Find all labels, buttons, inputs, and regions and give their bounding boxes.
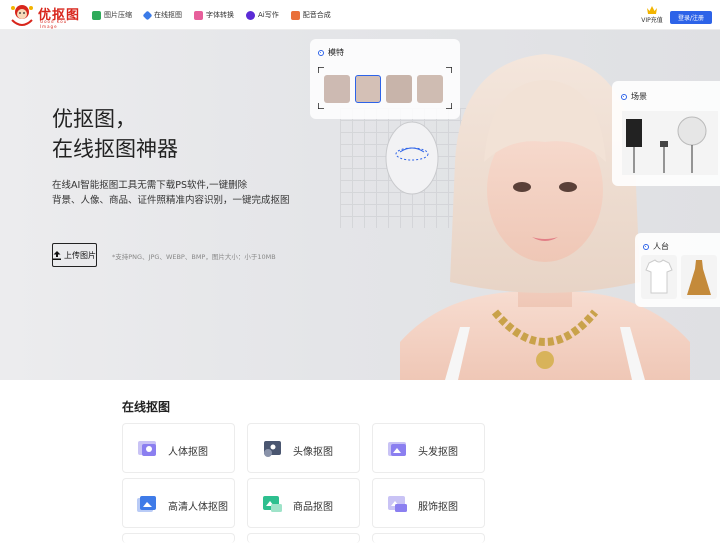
mannequin-card-label: 人台 xyxy=(653,242,669,251)
tool-card-hair-matting[interactable]: 头发抠图 xyxy=(372,423,485,473)
main-nav: 图片压缩 在线抠图 字体转换 Ai写作 配音合成 xyxy=(92,0,343,30)
crown-icon xyxy=(647,6,657,14)
model-card: 模特 xyxy=(310,39,460,119)
hero-desc-line: 背景、人像、商品、证件照精准内容识别，一键完成抠图 xyxy=(52,195,290,206)
site-logo[interactable]: 优抠图 Good Kou Image xyxy=(8,2,86,29)
upload-note: *支持PNG、JPG、WEBP、BMP，图片大小：小于10MB xyxy=(112,253,276,261)
tool-label: 高清人体抠图 xyxy=(168,502,228,513)
dress-mannequin-image[interactable] xyxy=(681,255,717,299)
model-card-label: 模特 xyxy=(328,48,344,57)
tool-card-clothing-matting[interactable]: 服饰抠图 xyxy=(372,478,485,528)
mannequin-card: 人台 xyxy=(635,233,720,307)
hero-description: 在线AI智能抠图工具无需下载PS软件,一键删除 背景、人像、商品、证件照精准内容… xyxy=(52,178,290,208)
online-matting-icon xyxy=(142,10,153,20)
body-matting-icon xyxy=(138,441,156,456)
nav-label: Ai写作 xyxy=(258,11,279,19)
tshirt-image[interactable] xyxy=(641,255,677,299)
voice-synthesis-icon xyxy=(290,10,300,20)
model-thumbnail[interactable] xyxy=(355,75,381,103)
nav-label: 字体转换 xyxy=(206,11,234,19)
upload-label: 上传图片 xyxy=(64,250,96,260)
tool-card-partial[interactable] xyxy=(372,533,485,543)
upload-icon xyxy=(53,250,61,260)
login-register-button[interactable]: 登录/注册 xyxy=(670,11,712,24)
logo-subtext: Good Kou Image xyxy=(40,19,68,29)
clothing-matting-icon xyxy=(388,496,407,512)
scene-card-label: 场景 xyxy=(631,92,647,101)
avatar-matting-icon xyxy=(264,441,281,457)
tool-label: 服饰抠图 xyxy=(418,502,458,513)
tool-card-body-matting[interactable]: 人体抠图 xyxy=(122,423,235,473)
model-thumbnail[interactable] xyxy=(386,75,412,103)
vip-label: VIP充值 xyxy=(641,17,663,24)
tool-label: 头像抠图 xyxy=(293,447,333,458)
hero-title-line: 在线抠图神器 xyxy=(52,137,178,161)
tool-card-partial[interactable] xyxy=(122,533,235,543)
radio-dot-icon xyxy=(621,93,627,100)
section-title: 在线抠图 xyxy=(122,400,171,414)
top-navbar: 优抠图 Good Kou Image 图片压缩 在线抠图 字体转换 Ai写作 配… xyxy=(0,0,720,30)
nav-label: 在线抠图 xyxy=(154,11,182,19)
tool-label: 商品抠图 xyxy=(293,502,333,513)
hd-body-matting-icon xyxy=(137,496,156,512)
ai-writing-icon xyxy=(246,10,255,20)
image-compress-icon xyxy=(92,10,101,20)
nav-label: 配音合成 xyxy=(302,11,331,19)
tool-card-product-matting[interactable]: 商品抠图 xyxy=(247,478,360,528)
nav-ai-writing[interactable]: Ai写作 xyxy=(246,10,279,20)
hair-matting-icon xyxy=(388,442,406,456)
nav-font-convert[interactable]: 字体转换 xyxy=(194,10,234,20)
mascot-logo-icon xyxy=(11,5,33,26)
tool-card-avatar-matting[interactable]: 头像抠图 xyxy=(247,423,360,473)
model-thumbnail[interactable] xyxy=(417,75,443,103)
radio-dot-icon xyxy=(643,243,649,250)
vip-recharge[interactable]: VIP充值 xyxy=(640,6,664,24)
font-convert-icon xyxy=(194,10,203,20)
nav-label: 图片压缩 xyxy=(104,11,132,19)
tool-label: 头发抠图 xyxy=(418,447,458,458)
tool-label: 人体抠图 xyxy=(168,447,208,458)
tool-card-partial[interactable] xyxy=(247,533,360,543)
hero-title-line: 优抠图， xyxy=(52,107,136,131)
scene-card: 场景 xyxy=(612,81,720,186)
studio-scene-image[interactable] xyxy=(622,111,718,175)
upload-image-button[interactable]: 上传图片 xyxy=(52,243,97,267)
hero-title: 优抠图， 在线抠图神器 xyxy=(52,104,178,164)
nav-image-compress[interactable]: 图片压缩 xyxy=(92,10,132,20)
model-thumbnail[interactable] xyxy=(324,75,350,103)
hero-desc-line: 在线AI智能抠图工具无需下载PS软件,一键删除 xyxy=(52,180,248,191)
nav-online-matting[interactable]: 在线抠图 xyxy=(142,10,182,20)
hero-banner: 模特 场景 人台 优抠图， 在线抠图神器 在线AI智能抠图工具无需下载PS软件,… xyxy=(0,30,720,380)
nav-voice-synthesis[interactable]: 配音合成 xyxy=(290,10,331,20)
tool-card-hd-body-matting[interactable]: 高清人体抠图 xyxy=(122,478,235,528)
product-matting-icon xyxy=(263,496,282,512)
radio-dot-icon xyxy=(318,49,324,56)
